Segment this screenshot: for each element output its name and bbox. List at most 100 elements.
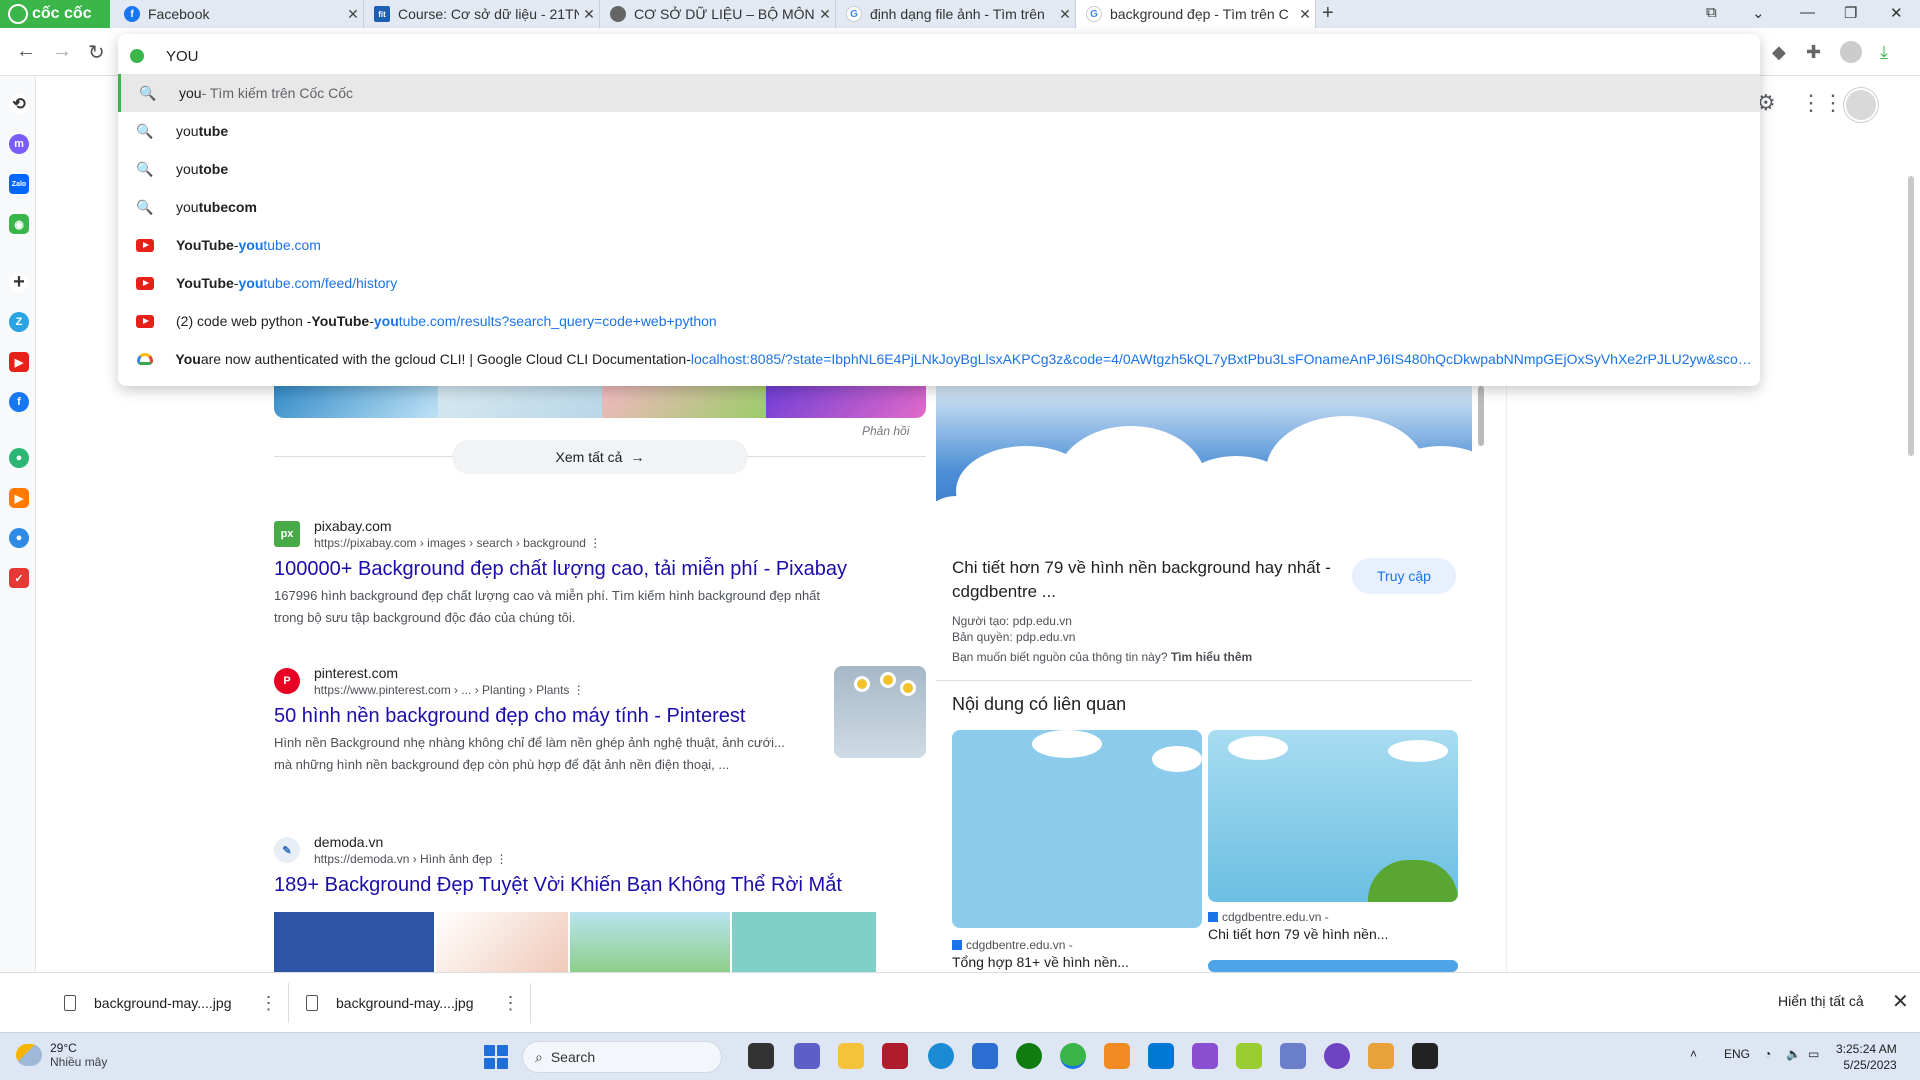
- app-icon[interactable]: [882, 1043, 908, 1069]
- card-caption[interactable]: Tổng hợp 81+ về hình nền...: [952, 954, 1129, 970]
- image-thumb[interactable]: [570, 912, 730, 972]
- history-icon[interactable]: ⟲: [9, 94, 29, 114]
- see-all-button[interactable]: Xem tất cả →: [452, 440, 748, 474]
- tab-course[interactable]: fit Course: Cơ sở dữ liệu - 21TN ✕: [364, 0, 600, 28]
- coccoc-logo[interactable]: cốc cốc: [0, 0, 110, 28]
- more-options-icon[interactable]: ⋮: [259, 993, 277, 1014]
- visual-studio-icon[interactable]: [1192, 1043, 1218, 1069]
- browser-app-icon[interactable]: ●: [9, 528, 29, 548]
- close-tab-icon[interactable]: ✕: [579, 6, 599, 23]
- download-item[interactable]: background-may....jpg ⋮: [306, 987, 519, 1019]
- minimize-icon[interactable]: —: [1800, 4, 1815, 21]
- learn-more-link[interactable]: Tìm hiểu thêm: [1171, 650, 1252, 664]
- related-card-image[interactable]: [1208, 730, 1458, 902]
- suggestion-item[interactable]: 🔍 you tobe: [118, 150, 1760, 188]
- add-icon[interactable]: +: [9, 271, 29, 293]
- weather-widget[interactable]: 29°C Nhiều mây: [16, 1041, 107, 1069]
- panel-scrollbar[interactable]: [1478, 386, 1484, 446]
- suggestion-item[interactable]: (2) code web python - YouTube - you tube.…: [118, 302, 1760, 340]
- zalo-icon[interactable]: Zalo: [9, 174, 29, 194]
- teams-chat-icon[interactable]: [794, 1043, 820, 1069]
- result-title-link[interactable]: 100000+ Background đẹp chất lượng cao, t…: [274, 558, 847, 581]
- close-icon[interactable]: ✕: [1892, 989, 1909, 1014]
- more-options-icon[interactable]: ⋮: [589, 536, 601, 550]
- related-card-image[interactable]: [952, 730, 1202, 928]
- back-icon[interactable]: ←: [16, 40, 36, 63]
- clock[interactable]: 3:25:24 AM 5/25/2023: [1836, 1041, 1897, 1073]
- address-bar[interactable]: YOU: [130, 42, 199, 70]
- more-options-icon[interactable]: ⋮: [501, 993, 519, 1014]
- extension-icon[interactable]: ◆: [1772, 42, 1786, 63]
- feedback-link[interactable]: Phản hồi: [862, 424, 909, 438]
- show-all-downloads-button[interactable]: Hiển thị tất cả: [1778, 993, 1864, 1009]
- close-tab-icon[interactable]: ✕: [1295, 6, 1315, 23]
- taskbar-search[interactable]: ⌕ Search: [522, 1041, 722, 1073]
- vscode-icon[interactable]: [1148, 1043, 1174, 1069]
- messenger-icon[interactable]: m: [9, 134, 29, 154]
- suggestion-item[interactable]: 🔍 you - Tìm kiếm trên Cốc Cốc: [118, 74, 1760, 112]
- facebook-icon[interactable]: f: [9, 392, 29, 412]
- app-icon[interactable]: [1236, 1043, 1262, 1069]
- volume-icon[interactable]: 🔈: [1786, 1047, 1801, 1061]
- tab-csdl[interactable]: CƠ SỞ DỮ LIỆU – BỘ MÔN H ✕: [600, 0, 836, 28]
- xampp-icon[interactable]: [1104, 1043, 1130, 1069]
- close-tab-icon[interactable]: ✕: [1055, 6, 1075, 23]
- suggestion-item[interactable]: YouTube - you tube.com: [118, 226, 1760, 264]
- windows-start-icon[interactable]: [484, 1045, 508, 1069]
- tab-background[interactable]: G background đẹp - Tìm trên C ✕: [1076, 0, 1316, 28]
- app-icon[interactable]: [1368, 1043, 1394, 1069]
- edge-icon[interactable]: [928, 1043, 954, 1069]
- app-icon[interactable]: [1280, 1043, 1306, 1069]
- preview-image[interactable]: [936, 386, 1472, 540]
- suggestion-item[interactable]: YouTube - you tube.com/feed/history: [118, 264, 1760, 302]
- zalo-chat-icon[interactable]: Z: [9, 312, 29, 332]
- screenshot-icon[interactable]: ⧉: [1706, 4, 1717, 21]
- suggestion-item[interactable]: 🔍 you tube: [118, 112, 1760, 150]
- preview-title[interactable]: Chi tiết hơn 79 về hình nền background h…: [952, 556, 1332, 604]
- xbox-icon[interactable]: [1016, 1043, 1042, 1069]
- image-thumb[interactable]: [274, 912, 434, 972]
- visit-button[interactable]: Truy cập: [1352, 558, 1456, 594]
- tray-chevron-icon[interactable]: ˄: [1690, 1047, 1697, 1061]
- coccoc-taskbar-icon[interactable]: [1060, 1043, 1086, 1069]
- download-item[interactable]: background-may....jpg ⋮: [64, 987, 277, 1019]
- battery-icon[interactable]: ▭: [1808, 1047, 1819, 1061]
- github-desktop-icon[interactable]: [1324, 1043, 1350, 1069]
- tab-facebook[interactable]: f Facebook ✕: [114, 0, 364, 28]
- new-tab-button[interactable]: +: [1322, 2, 1334, 25]
- card-caption[interactable]: Chi tiết hơn 79 về hình nền...: [1208, 926, 1388, 942]
- mail-icon[interactable]: [972, 1043, 998, 1069]
- reload-icon[interactable]: ↻: [88, 40, 105, 65]
- task-view-icon[interactable]: [748, 1043, 774, 1069]
- address-input-text[interactable]: YOU: [166, 48, 199, 65]
- page-scrollbar[interactable]: [1908, 176, 1914, 456]
- restore-icon[interactable]: ❐: [1844, 4, 1857, 22]
- gamepad-icon[interactable]: ◉: [9, 214, 29, 234]
- puzzle-icon[interactable]: ✚: [1806, 42, 1821, 63]
- tab-search-icon[interactable]: ⌄: [1752, 4, 1765, 22]
- profile-avatar[interactable]: [1840, 41, 1862, 63]
- game-icon[interactable]: ●: [9, 448, 29, 468]
- media-icon[interactable]: ▶: [9, 488, 29, 508]
- close-window-icon[interactable]: ✕: [1890, 4, 1903, 22]
- result-title-link[interactable]: 189+ Background Đẹp Tuyệt Vời Khiến Bạn …: [274, 874, 842, 897]
- result-thumbnail[interactable]: [834, 666, 926, 758]
- tab-dinh-dang[interactable]: G định dạng file ảnh - Tìm trên ✕: [836, 0, 1076, 28]
- more-options-icon[interactable]: ⋮: [573, 683, 585, 697]
- language-indicator[interactable]: ENG: [1724, 1047, 1750, 1061]
- related-card-image[interactable]: [1208, 960, 1458, 972]
- wifi-icon[interactable]: ◔: [1764, 1047, 1771, 1061]
- file-explorer-icon[interactable]: [838, 1043, 864, 1069]
- close-tab-icon[interactable]: ✕: [815, 6, 835, 23]
- more-options-icon[interactable]: ⋮: [495, 852, 507, 866]
- close-tab-icon[interactable]: ✕: [343, 6, 363, 23]
- suggestion-item[interactable]: 🔍 you tubecom: [118, 188, 1760, 226]
- image-thumb[interactable]: [732, 912, 876, 972]
- todo-icon[interactable]: ✓: [9, 568, 29, 588]
- download-icon[interactable]: ⤓: [1880, 42, 1888, 63]
- terminal-icon[interactable]: [1412, 1043, 1438, 1069]
- result-title-link[interactable]: 50 hình nền background đẹp cho máy tính …: [274, 705, 834, 728]
- suggestion-item[interactable]: You are now authenticated with the gclou…: [118, 340, 1760, 378]
- account-avatar[interactable]: [1844, 88, 1878, 122]
- apps-grid-icon[interactable]: ⋮⋮: [1800, 90, 1844, 116]
